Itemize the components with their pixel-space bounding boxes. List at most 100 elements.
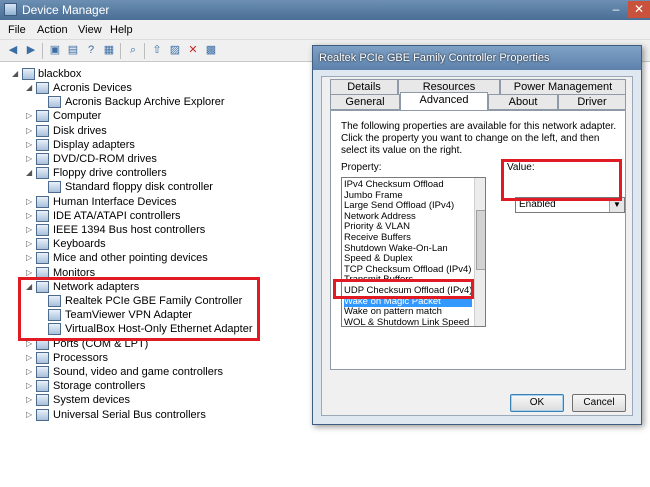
device-icon bbox=[36, 238, 49, 251]
menu-file[interactable]: File bbox=[8, 24, 26, 36]
dialog-title-bar: Realtek PCIe GBE Family Controller Prope… bbox=[313, 46, 641, 70]
update-driver-icon[interactable]: ⇧ bbox=[150, 44, 164, 57]
property-item[interactable]: Shutdown Wake-On-Lan bbox=[344, 243, 472, 254]
device-icon bbox=[36, 366, 49, 378]
console-tree-icon[interactable]: ▤ bbox=[66, 44, 80, 57]
tree-category-item[interactable]: ▷ Sound, video and game controllers bbox=[26, 365, 266, 379]
expand-icon[interactable]: ▷ bbox=[26, 251, 34, 265]
device-icon bbox=[36, 408, 49, 421]
device-manager-icon bbox=[4, 3, 17, 16]
device-icon bbox=[36, 351, 49, 364]
tree-device-item[interactable]: Acronis Backup Archive Explorer bbox=[38, 95, 278, 109]
expand-icon[interactable]: ▷ bbox=[26, 138, 34, 152]
close-button[interactable]: ✕ bbox=[628, 1, 650, 18]
property-item[interactable]: Priority & VLAN bbox=[344, 221, 472, 232]
property-item[interactable]: Wake on pattern match bbox=[344, 306, 472, 317]
tree-item-label: IEEE 1394 Bus host controllers bbox=[53, 224, 206, 236]
expand-icon[interactable]: ▷ bbox=[26, 393, 34, 407]
tree-category-item[interactable]: ▷ IDE ATA/ATAPI controllers bbox=[26, 209, 266, 223]
property-item[interactable]: Large Send Offload (IPv4) bbox=[344, 200, 472, 211]
dialog-body: Details Resources Power Management Gener… bbox=[321, 76, 633, 416]
tree-category-item[interactable]: ▷ Keyboards bbox=[26, 237, 266, 251]
uninstall-icon[interactable]: ▨ bbox=[168, 44, 182, 57]
tree-category-item[interactable]: ▷ Universal Serial Bus controllers bbox=[26, 408, 266, 422]
title-bar: Device Manager – ✕ bbox=[0, 0, 650, 20]
device-properties-icon[interactable]: ▦ bbox=[102, 44, 116, 57]
cancel-button[interactable]: Cancel bbox=[572, 394, 626, 412]
properties-dialog: Realtek PCIe GBE Family Controller Prope… bbox=[312, 45, 642, 425]
device-icon bbox=[36, 224, 49, 236]
menu-help[interactable]: Help bbox=[110, 24, 133, 36]
tree-category-item[interactable]: ◢ Acronis Devices bbox=[26, 81, 266, 95]
tab-details[interactable]: Details bbox=[330, 79, 398, 95]
minimize-button[interactable]: – bbox=[604, 2, 628, 18]
tree-category-item[interactable]: ▷ Storage controllers bbox=[26, 379, 266, 393]
property-item[interactable]: Network Address bbox=[344, 211, 472, 222]
tree-item-label: Universal Serial Bus controllers bbox=[53, 408, 206, 421]
expand-icon[interactable]: ▷ bbox=[26, 124, 34, 138]
scan-hardware-icon[interactable]: ⌕ bbox=[126, 44, 140, 57]
expand-icon[interactable]: ▷ bbox=[26, 209, 34, 223]
property-item[interactable]: IPv4 Checksum Offload bbox=[344, 179, 472, 190]
tree-category-item[interactable]: ▷ Disk drives bbox=[26, 124, 266, 138]
tree-item-label: Display adapters bbox=[53, 138, 135, 151]
expand-icon[interactable]: ▷ bbox=[26, 365, 34, 379]
tree-category-item[interactable]: ◢ Floppy drive controllers bbox=[26, 166, 266, 180]
property-item[interactable]: Jumbo Frame bbox=[344, 190, 472, 201]
expand-icon[interactable]: ▷ bbox=[26, 109, 34, 123]
expand-icon[interactable]: ▷ bbox=[26, 379, 34, 393]
tree-device-item[interactable]: Standard floppy disk controller bbox=[38, 180, 278, 194]
expand-icon[interactable]: ▷ bbox=[26, 223, 34, 237]
scrollbar-thumb[interactable] bbox=[476, 210, 485, 270]
tree-category-item[interactable]: ▷ DVD/CD-ROM drives bbox=[26, 152, 266, 166]
tab-driver[interactable]: Driver bbox=[558, 94, 626, 110]
property-list-scrollbar[interactable] bbox=[474, 178, 485, 326]
properties-icon[interactable]: ▣ bbox=[48, 44, 62, 57]
tree-category-item[interactable]: ▷ Human Interface Devices bbox=[26, 195, 266, 209]
tree-item-label: Storage controllers bbox=[53, 380, 146, 393]
device-icon bbox=[36, 394, 49, 407]
tab-about[interactable]: About bbox=[488, 94, 558, 110]
tab-power-management[interactable]: Power Management bbox=[500, 79, 626, 95]
dialog-title: Realtek PCIe GBE Family Controller Prope… bbox=[319, 52, 550, 64]
collapse-icon[interactable]: ◢ bbox=[26, 166, 34, 180]
tree-category-item[interactable]: ▷ Processors bbox=[26, 351, 266, 365]
tree-category-item[interactable]: ▷ Mice and other pointing devices bbox=[26, 251, 266, 265]
property-item[interactable]: TCP Checksum Offload (IPv4) bbox=[344, 264, 472, 275]
disable-icon[interactable]: ✕ bbox=[186, 44, 200, 57]
back-icon[interactable]: ◀ bbox=[6, 44, 20, 57]
expand-icon[interactable]: ▷ bbox=[26, 152, 34, 166]
device-icon bbox=[36, 124, 49, 137]
property-item[interactable]: Receive Buffers bbox=[344, 232, 472, 243]
property-item[interactable]: WOL & Shutdown Link Speed bbox=[344, 317, 472, 326]
tree-item-label: Processors bbox=[53, 351, 109, 364]
expand-icon[interactable]: ▷ bbox=[26, 351, 34, 365]
tree-root-label: blackbox bbox=[38, 68, 82, 80]
ok-button[interactable]: OK bbox=[510, 394, 564, 412]
forward-icon[interactable]: ▶ bbox=[24, 44, 38, 57]
collapse-icon[interactable]: ◢ bbox=[12, 67, 20, 81]
expand-icon[interactable]: ▷ bbox=[26, 195, 34, 209]
tree-category-item[interactable]: ▷ System devices bbox=[26, 393, 266, 407]
expand-icon[interactable]: ▷ bbox=[26, 408, 34, 422]
tab-general[interactable]: General bbox=[330, 94, 400, 110]
tree-item-label: Mice and other pointing devices bbox=[53, 252, 208, 265]
computer-icon bbox=[22, 68, 35, 80]
collapse-icon[interactable]: ◢ bbox=[26, 81, 34, 95]
property-item[interactable]: Speed & Duplex bbox=[344, 253, 472, 264]
tree-category-item[interactable]: ▷ IEEE 1394 Bus host controllers bbox=[26, 223, 266, 237]
tree-item-label: System devices bbox=[53, 394, 131, 407]
tree-item-label: Human Interface Devices bbox=[53, 195, 177, 208]
toolbar-separator bbox=[42, 43, 43, 59]
menu-view[interactable]: View bbox=[78, 24, 102, 36]
tab-advanced[interactable]: Advanced bbox=[400, 92, 488, 111]
device-icon bbox=[48, 96, 61, 109]
help-icon[interactable]: ? bbox=[84, 44, 98, 57]
tree-category-item[interactable]: ▷ Computer bbox=[26, 109, 266, 123]
expand-icon[interactable]: ▷ bbox=[26, 237, 34, 251]
property-list[interactable]: IPv4 Checksum Offload Jumbo Frame Large Se… bbox=[341, 177, 486, 327]
menu-action[interactable]: Action bbox=[37, 24, 68, 36]
tree-root[interactable]: ◢ blackbox bbox=[12, 67, 212, 81]
enable-icon[interactable]: ▩ bbox=[204, 44, 218, 57]
tree-category-item[interactable]: ▷ Display adapters bbox=[26, 138, 266, 152]
